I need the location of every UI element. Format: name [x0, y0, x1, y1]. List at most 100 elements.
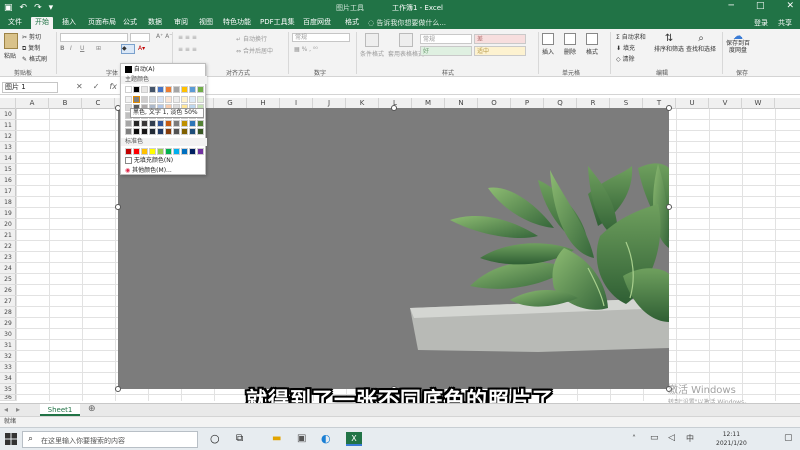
color-swatch[interactable] — [149, 96, 156, 103]
color-swatch[interactable] — [133, 86, 140, 93]
close-button[interactable]: ✕ — [786, 1, 794, 11]
cut-button[interactable]: ✂ 剪切 — [22, 32, 41, 41]
font-name-select[interactable] — [60, 33, 128, 42]
resize-handle-right[interactable] — [666, 204, 672, 210]
color-swatch[interactable] — [165, 96, 172, 103]
tab-picture-format[interactable]: 格式 — [341, 17, 363, 29]
tab-page-layout[interactable]: 页面布局 — [84, 17, 120, 29]
row-header[interactable]: 29 — [0, 318, 16, 329]
tab-features[interactable]: 特色功能 — [219, 17, 255, 29]
color-swatch[interactable] — [149, 86, 156, 93]
add-sheet-icon[interactable]: ⊕ — [88, 404, 96, 414]
standard-color-swatch[interactable] — [125, 148, 132, 155]
color-swatch[interactable] — [181, 120, 188, 127]
row-header[interactable]: 25 — [0, 274, 16, 285]
color-swatch[interactable] — [141, 120, 148, 127]
color-swatch[interactable] — [141, 86, 148, 93]
row-header[interactable]: 30 — [0, 329, 16, 340]
standard-color-swatch[interactable] — [157, 148, 164, 155]
windows-start-icon[interactable] — [4, 432, 18, 446]
color-swatch[interactable] — [125, 128, 132, 135]
color-swatch[interactable] — [165, 120, 172, 127]
underline-button[interactable]: U — [80, 45, 84, 52]
color-swatch[interactable] — [173, 96, 180, 103]
column-header[interactable]: C — [82, 98, 115, 109]
row-header[interactable]: 11 — [0, 120, 16, 131]
copy-button[interactable]: ⧉ 复制 — [22, 43, 40, 53]
row-header[interactable]: 10 — [0, 109, 16, 120]
color-swatch[interactable] — [149, 120, 156, 127]
customize-qat-icon[interactable]: ▾ — [49, 2, 54, 14]
color-swatch[interactable] — [181, 96, 188, 103]
color-swatch[interactable] — [157, 120, 164, 127]
name-box[interactable]: 图片 1 — [2, 82, 58, 93]
undo-icon[interactable]: ↶ — [20, 2, 28, 14]
row-header[interactable]: 24 — [0, 263, 16, 274]
no-fill-item[interactable]: 无填充颜色(N) — [121, 156, 207, 166]
row-header[interactable]: 28 — [0, 307, 16, 318]
standard-color-swatch[interactable] — [173, 148, 180, 155]
row-header[interactable]: 18 — [0, 197, 16, 208]
color-swatch[interactable] — [181, 86, 188, 93]
automatic-color-item[interactable]: 自动(A) — [121, 65, 207, 75]
resize-handle-top-right[interactable] — [666, 105, 672, 111]
color-swatch[interactable] — [157, 128, 164, 135]
more-colors-item[interactable]: ◉ 其他颜色(M)... — [121, 166, 207, 176]
color-swatch[interactable] — [125, 86, 132, 93]
color-swatch[interactable] — [125, 120, 132, 127]
column-header[interactable]: A — [16, 98, 49, 109]
color-swatch[interactable] — [149, 128, 156, 135]
color-swatch[interactable] — [173, 120, 180, 127]
color-swatch[interactable] — [165, 128, 172, 135]
color-swatch[interactable] — [173, 128, 180, 135]
column-header[interactable]: U — [676, 98, 709, 109]
style-good[interactable]: 好 — [420, 46, 472, 56]
color-swatch[interactable] — [125, 96, 132, 103]
tab-baidu-netdisk[interactable]: 百度网盘 — [299, 17, 335, 29]
tab-data[interactable]: 数据 — [144, 17, 166, 29]
column-header[interactable]: V — [709, 98, 742, 109]
style-neutral[interactable]: 适中 — [474, 46, 526, 56]
row-header[interactable]: 13 — [0, 142, 16, 153]
taskbar-search-box[interactable]: ⌕ 在这里输入你要搜索的内容 — [22, 431, 198, 448]
share-link[interactable]: 共享 — [778, 18, 792, 28]
color-swatch[interactable] — [133, 128, 140, 135]
color-swatch[interactable] — [197, 128, 204, 135]
standard-color-swatch[interactable] — [165, 148, 172, 155]
sheet-nav-right-icon[interactable]: ▸ — [16, 405, 20, 414]
color-swatch[interactable] — [165, 86, 172, 93]
italic-button[interactable]: I — [70, 45, 72, 52]
color-swatch[interactable] — [189, 120, 196, 127]
clear-button[interactable]: ◇ 清除 — [616, 54, 635, 63]
ime-icon[interactable]: 中 — [686, 433, 694, 444]
color-swatch[interactable] — [141, 128, 148, 135]
sort-filter-button[interactable]: ⇅ 排序和筛选 — [654, 33, 684, 53]
sheet-nav-left-icon[interactable]: ◂ — [4, 405, 8, 414]
standard-color-swatch[interactable] — [189, 148, 196, 155]
notification-icon[interactable]: ▢ — [784, 433, 793, 443]
edge-icon[interactable]: ◐ — [321, 432, 335, 446]
format-painter-button[interactable]: ✎ 格式刷 — [22, 54, 47, 63]
row-header[interactable]: 34 — [0, 373, 16, 384]
maximize-button[interactable]: □ — [756, 1, 765, 11]
number-format-select[interactable]: 常规 — [292, 33, 350, 42]
resize-handle-left[interactable] — [115, 204, 121, 210]
row-header[interactable]: 22 — [0, 241, 16, 252]
find-select-button[interactable]: ⌕ 查找和选择 — [686, 33, 716, 53]
color-swatch[interactable] — [157, 86, 164, 93]
delete-cells-button[interactable]: 删除 — [564, 33, 576, 56]
select-all-corner[interactable] — [0, 98, 16, 109]
redo-icon[interactable]: ↷ — [34, 2, 42, 14]
save-to-baidu-button[interactable]: ☁ 保存到百度网盘 — [724, 32, 752, 55]
number-format-icons[interactable]: ▦ % , ⁰⁰ — [294, 46, 318, 53]
chevron-up-icon[interactable]: ˄ — [632, 434, 636, 443]
row-header[interactable]: 17 — [0, 186, 16, 197]
font-grow-shrink[interactable]: A⁺ A⁻ — [156, 33, 172, 40]
tab-review[interactable]: 审阅 — [170, 17, 192, 29]
paste-button[interactable]: 粘贴 — [4, 33, 18, 60]
row-header[interactable]: 12 — [0, 131, 16, 142]
row-header[interactable]: 26 — [0, 285, 16, 296]
fill-color-button[interactable]: ◆ — [121, 44, 135, 54]
row-header[interactable]: 14 — [0, 153, 16, 164]
format-cells-button[interactable]: 格式 — [586, 33, 598, 56]
